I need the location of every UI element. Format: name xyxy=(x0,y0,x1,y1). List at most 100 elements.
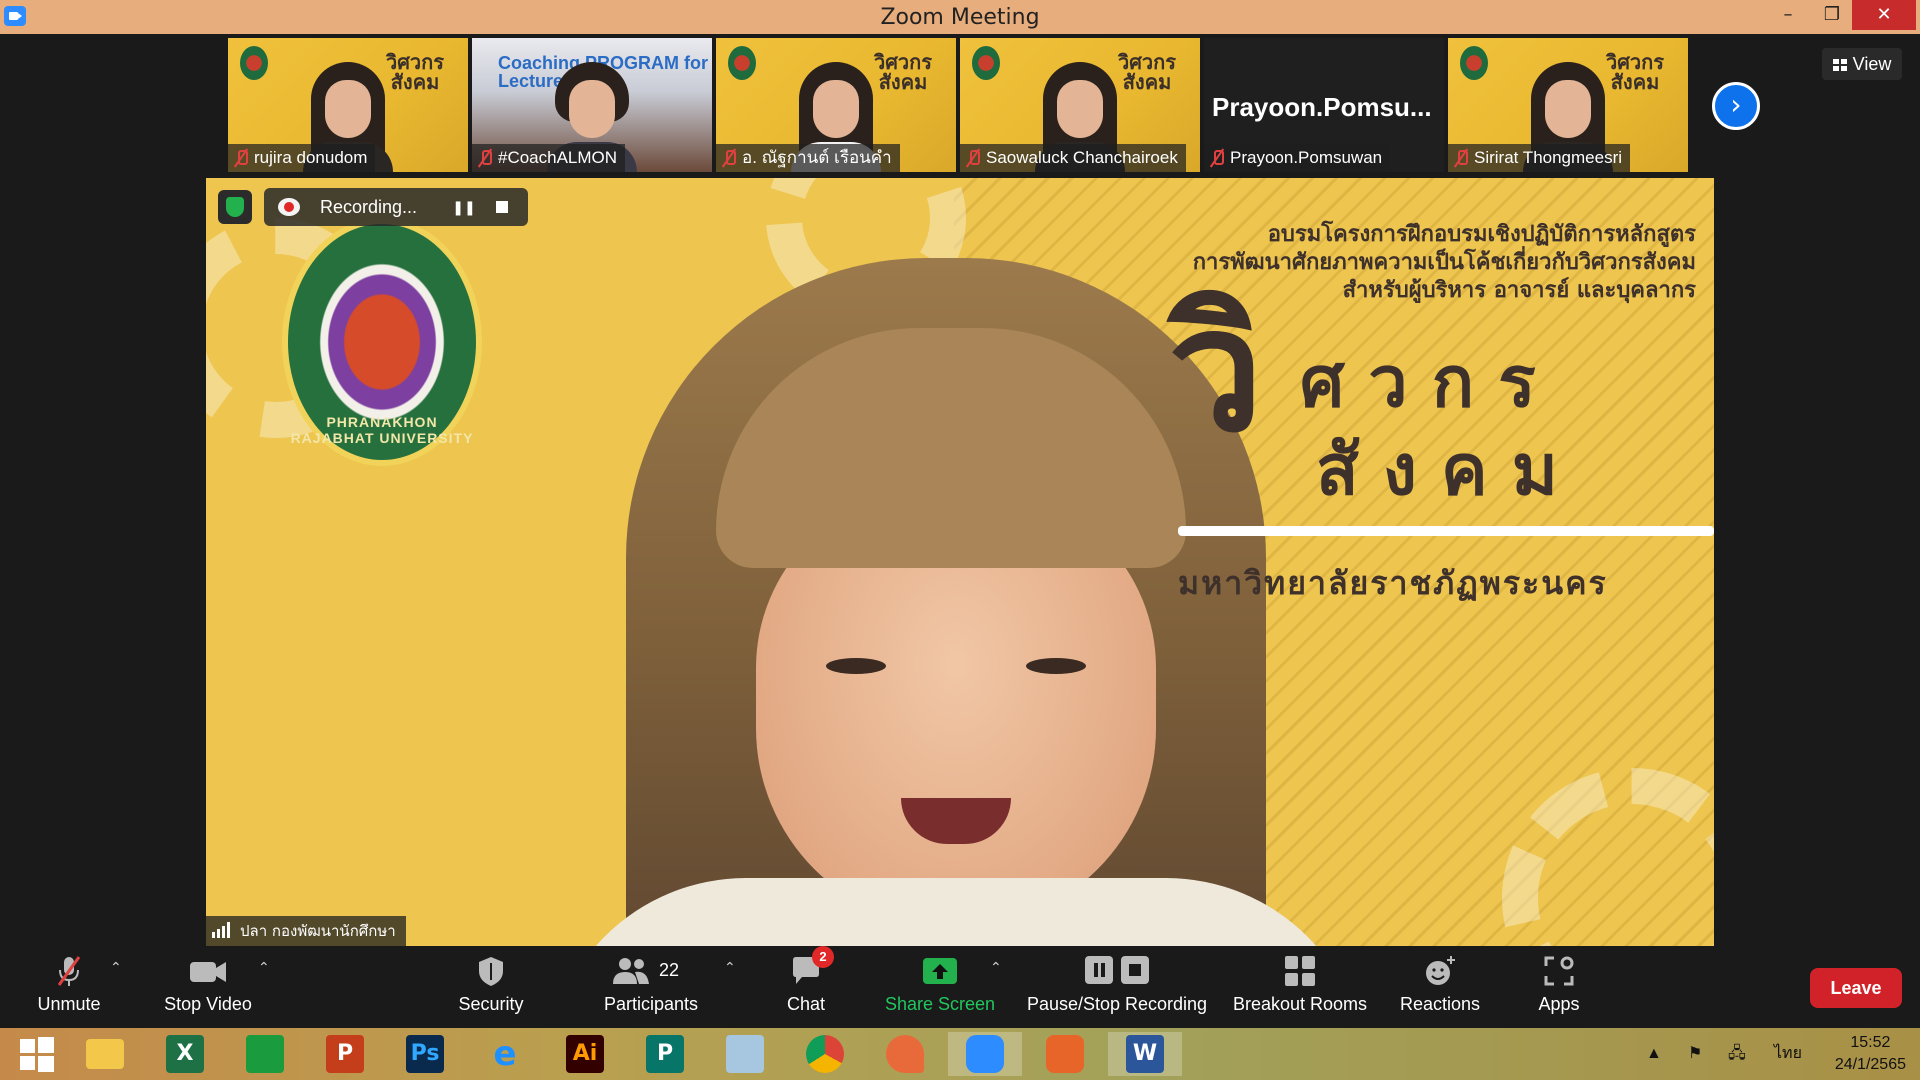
shield-icon xyxy=(479,957,503,986)
pause-stop-recording-label: Pause/Stop Recording xyxy=(1026,994,1208,1014)
paint-icon[interactable] xyxy=(868,1032,942,1076)
input-language[interactable]: ไทย xyxy=(1774,1028,1802,1080)
chat-label: Chat xyxy=(786,994,826,1014)
apps-label: Apps xyxy=(1538,994,1580,1014)
participants-label: Participants xyxy=(603,994,699,1014)
next-page-button[interactable]: › xyxy=(1712,82,1760,130)
participant-tile[interactable]: วิศวกร สังคม Saowaluck Chanchairoek xyxy=(960,38,1200,172)
stop-video-label: Stop Video xyxy=(164,994,252,1014)
unmute-button[interactable]: Unmute xyxy=(20,946,118,1028)
participants-icon-group: 22 xyxy=(611,954,691,988)
breakout-rooms-label: Breakout Rooms xyxy=(1232,994,1368,1014)
chat-unread-badge: 2 xyxy=(812,946,834,968)
participants-options-caret[interactable]: ⌃ xyxy=(724,960,736,976)
pause-stop-icons xyxy=(1085,956,1149,984)
clock-time: 15:52 xyxy=(1850,1034,1891,1051)
participant-name-bar: rujira donudom xyxy=(228,144,376,172)
action-center-flag-icon[interactable]: ⚑ xyxy=(1688,1028,1702,1080)
file-explorer-icon[interactable] xyxy=(68,1032,142,1076)
windows-start-icon[interactable] xyxy=(0,1032,74,1076)
university-seal-logo: PHRANAKHON RAJABHAT UNIVERSITY xyxy=(282,218,482,466)
chrome-icon[interactable] xyxy=(788,1032,862,1076)
restore-button[interactable]: ❐ xyxy=(1810,0,1854,30)
mic-muted-icon xyxy=(722,149,736,167)
participant-tile[interactable]: วิศวกร สังคม rujira donudom xyxy=(228,38,468,172)
share-options-caret[interactable]: ⌃ xyxy=(990,960,1002,976)
stop-video-button[interactable]: Stop Video xyxy=(154,946,262,1028)
excel-icon[interactable]: X xyxy=(148,1032,222,1076)
participant-name-bar: อ. ณัฐกานต์ เรือนคำ xyxy=(716,144,900,172)
participant-tile[interactable]: วิศวกร สังคม Sirirat Thongmeesri xyxy=(1448,38,1688,172)
mic-muted-icon xyxy=(478,149,492,167)
photoshop-icon[interactable]: Ps xyxy=(388,1032,462,1076)
powerpoint-icon[interactable]: P xyxy=(308,1032,382,1076)
mic-muted-icon xyxy=(234,149,248,167)
participants-count: 22 xyxy=(659,960,680,980)
breakout-rooms-button[interactable]: Breakout Rooms xyxy=(1228,946,1372,1028)
zoom-icon[interactable] xyxy=(948,1032,1022,1076)
breakout-rooms-icon xyxy=(1285,956,1315,986)
share-screen-label: Share Screen xyxy=(884,994,996,1014)
participant-thumbnail-strip: วิศวกร สังคม rujira donudom Coaching PRO… xyxy=(228,38,1688,172)
reactions-button[interactable]: Reactions xyxy=(1390,946,1490,1028)
apps-icon xyxy=(1544,956,1574,986)
pause-recording-button[interactable]: ❚❚ xyxy=(450,194,478,220)
system-clock[interactable]: 15:52 24/1/2565 xyxy=(1835,1032,1906,1076)
active-speaker-name-bar: ปลา กองพัฒนานักศึกษา xyxy=(206,916,406,946)
word-icon[interactable]: W xyxy=(1108,1032,1182,1076)
reactions-label: Reactions xyxy=(1399,994,1481,1014)
participants-button[interactable]: 22 Participants xyxy=(596,946,706,1028)
participant-name-bar: Prayoon.Pomsuwan xyxy=(1204,144,1391,172)
grid-view-icon xyxy=(1832,59,1847,71)
participant-tile[interactable]: Prayoon.Pomsu... Prayoon.Pomsuwan xyxy=(1204,38,1444,172)
participant-name: Sirirat Thongmeesri xyxy=(1474,148,1623,167)
office-icon[interactable] xyxy=(1028,1032,1102,1076)
people-icon xyxy=(613,958,649,984)
participant-name-large: Prayoon.Pomsu... xyxy=(1212,92,1432,122)
stop-recording-button[interactable] xyxy=(488,194,516,220)
illustrator-icon[interactable]: Ai xyxy=(548,1032,622,1076)
encryption-shield-icon[interactable] xyxy=(218,190,252,224)
generic-app-icon[interactable] xyxy=(708,1032,782,1076)
pause-stop-recording-button[interactable]: Pause/Stop Recording xyxy=(1024,946,1210,1028)
chat-button[interactable]: 2 Chat xyxy=(776,946,836,1028)
clock-date: 24/1/2565 xyxy=(1834,1056,1906,1073)
view-button[interactable]: View xyxy=(1822,48,1902,80)
close-button[interactable]: ✕ xyxy=(1852,0,1916,30)
recording-label: Recording... xyxy=(320,197,418,217)
smiley-plus-icon xyxy=(1426,956,1455,985)
university-seal-icon xyxy=(728,46,756,80)
store-icon[interactable] xyxy=(228,1032,302,1076)
participant-tile[interactable]: Coaching PROGRAM for Lecturer #CoachALMO… xyxy=(472,38,712,172)
security-button[interactable]: Security xyxy=(446,946,536,1028)
slide-big-letter: วิ xyxy=(1168,272,1264,470)
minimize-button[interactable]: – xyxy=(1766,0,1810,30)
apps-button[interactable]: Apps xyxy=(1524,946,1594,1028)
publisher-icon[interactable]: P xyxy=(628,1032,702,1076)
participant-name: rujira donudom xyxy=(254,148,368,167)
recording-cloud-icon xyxy=(278,198,300,216)
participant-name: #CoachALMON xyxy=(498,148,618,167)
show-hidden-icons-caret[interactable]: ▲ xyxy=(1646,1028,1662,1080)
unmute-label: Unmute xyxy=(37,994,101,1014)
active-speaker-video: PHRANAKHON RAJABHAT UNIVERSITY อบรมโครงก… xyxy=(206,178,1714,946)
signal-strength-icon xyxy=(212,922,232,938)
view-button-label: View xyxy=(1852,54,1892,74)
university-seal-icon xyxy=(972,46,1000,80)
participant-name-bar: Sirirat Thongmeesri xyxy=(1448,144,1631,172)
slide-big-title-line2: สังคม xyxy=(1316,429,1582,511)
pause-icon: ❚❚ xyxy=(452,199,476,215)
slide-university-name: มหาวิทยาลัยราชภัฏพระนคร xyxy=(1178,564,1608,602)
participant-tile[interactable]: วิศวกร สังคม อ. ณัฐกานต์ เรือนคำ xyxy=(716,38,956,172)
share-screen-button[interactable]: Share Screen xyxy=(884,946,996,1028)
share-screen-icon xyxy=(923,958,957,984)
video-options-caret[interactable]: ⌃ xyxy=(258,960,270,976)
internet-explorer-icon[interactable]: e xyxy=(468,1032,542,1076)
network-icon[interactable]: 🖧 xyxy=(1728,1028,1746,1080)
leave-meeting-button[interactable]: Leave xyxy=(1810,968,1902,1008)
chat-icon-wrap: 2 xyxy=(790,946,834,988)
participant-name: Saowaluck Chanchairoek xyxy=(986,148,1178,167)
university-seal-icon xyxy=(1460,46,1488,80)
participant-name: Prayoon.Pomsuwan xyxy=(1230,148,1383,167)
audio-options-caret[interactable]: ⌃ xyxy=(110,960,122,976)
